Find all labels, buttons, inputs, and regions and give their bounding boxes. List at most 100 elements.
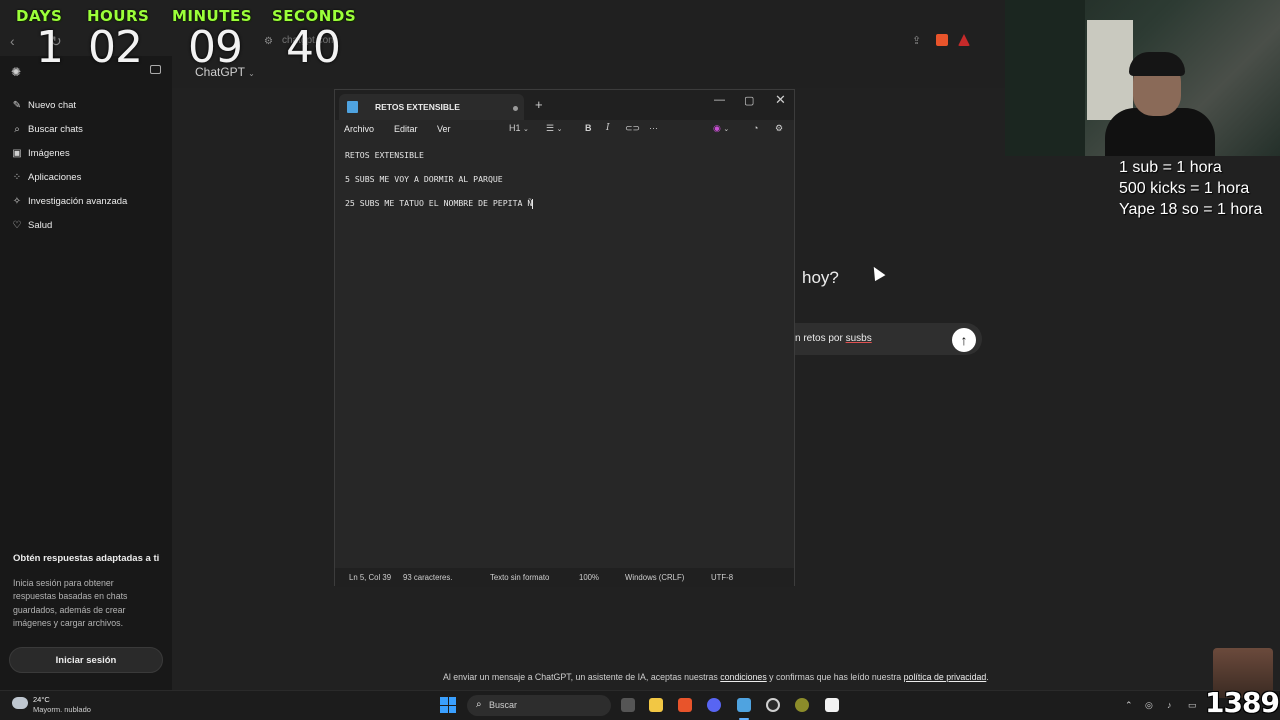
sidebar-item-search-chats[interactable]: ⌕ Buscar chats [12, 124, 83, 135]
microphone-icon[interactable]: ♪ [1167, 700, 1172, 710]
site-info-icon[interactable]: ⚙ [264, 36, 273, 47]
italic-icon[interactable]: I [606, 123, 610, 133]
tray-chevron-up-icon[interactable]: ⌃ [1125, 700, 1133, 711]
footer-disclaimer: Al enviar un mensaje a ChatGPT, un asist… [443, 672, 989, 682]
terms-link[interactable]: condiciones [720, 672, 766, 682]
images-icon: ▣ [12, 147, 22, 159]
brave-rewards-icon[interactable] [958, 34, 970, 46]
footer-text: . [986, 672, 989, 682]
notepad-line: RETOS EXTENSIBLE [345, 150, 424, 160]
menu-view[interactable]: Ver [437, 124, 451, 134]
promo-text: Inicia sesión para obtener respuestas ba… [13, 578, 128, 628]
stream-counter: 13897 [1205, 686, 1280, 719]
notepad-line: 5 SUBS ME VOY A DORMIR AL PARQUE [345, 174, 503, 184]
composer-text-prefix: n retos por [795, 333, 846, 344]
menu-file[interactable]: Archivo [344, 124, 374, 134]
weather-cloud-icon[interactable] [12, 697, 28, 709]
taskbar-search-placeholder[interactable]: Buscar [489, 700, 517, 710]
settings-gear-icon[interactable]: ⚙ [775, 123, 783, 134]
sidebar-item-apps[interactable]: ⁘ Aplicaciones [12, 171, 82, 183]
account-icon[interactable]: ◔ [753, 123, 758, 133]
sidebar-item-deep-research[interactable]: ✧ Investigación avanzada [12, 195, 128, 207]
mouse-cursor-icon [868, 263, 886, 282]
bold-icon[interactable]: B [585, 123, 592, 133]
file-explorer-icon[interactable] [649, 698, 663, 712]
heading-dropdown-label: H1 [509, 123, 521, 133]
notepad-tab[interactable]: RETOS EXTENSIBLE [339, 94, 524, 120]
status-format[interactable]: Texto sin formato [490, 573, 549, 582]
status-position: Ln 5, Col 39 [349, 573, 392, 582]
status-encoding[interactable]: UTF-8 [711, 573, 733, 582]
status-char-count: 93 caracteres. [403, 573, 453, 582]
app-icon[interactable] [795, 698, 809, 712]
discord-icon[interactable] [707, 698, 721, 712]
back-icon[interactable]: ‹ [10, 33, 15, 49]
sidebar-item-label: Buscar chats [28, 124, 83, 135]
notepad-taskbar-icon[interactable] [737, 698, 751, 712]
notepad-icon [347, 101, 358, 113]
status-line-endings[interactable]: Windows (CRLF) [625, 573, 684, 582]
send-button[interactable]: ↑ [952, 328, 976, 352]
notepad-text-area[interactable]: RETOS EXTENSIBLE 5 SUBS ME VOY A DORMIR … [345, 150, 534, 222]
notepad-tab-title: RETOS EXTENSIBLE [375, 102, 460, 112]
share-icon[interactable]: ⇪ [912, 34, 921, 47]
composer-text[interactable]: n retos por susbs [795, 333, 872, 344]
start-button[interactable] [440, 697, 456, 713]
weather-temperature[interactable]: 24°C [33, 695, 50, 704]
sidebar-item-label: Imágenes [28, 148, 70, 159]
close-icon[interactable]: ✕ [775, 92, 786, 108]
openai-logo-icon[interactable]: ✺ [11, 65, 21, 79]
windows-taskbar: 24°C Mayorm. nublado ⌕ Buscar ⌃ ◎ ♪ ▭ [0, 690, 1280, 720]
sidebar-item-images[interactable]: ▣ Imágenes [12, 147, 70, 159]
stream-rule: Yape 18 so = 1 hora [1119, 201, 1263, 218]
notepad-titlebar: RETOS EXTENSIBLE + — ▢ ✕ [335, 90, 794, 120]
new-chat-icon: ✎ [12, 99, 22, 111]
weather-description[interactable]: Mayorm. nublado [33, 705, 91, 714]
list-icon[interactable]: ☰ ⌄ [546, 123, 562, 134]
heart-icon: ♡ [12, 219, 22, 231]
sidebar-item-health[interactable]: ♡ Salud [12, 219, 53, 231]
obs-icon[interactable] [825, 698, 839, 712]
sidebar-toggle-icon[interactable] [150, 65, 161, 74]
copilot-icon[interactable]: ◉ ⌄ [713, 123, 729, 134]
footer-text: Al enviar un mensaje a ChatGPT, un asist… [443, 672, 721, 682]
notepad-window: RETOS EXTENSIBLE + — ▢ ✕ Archivo Editar … [334, 89, 795, 587]
timer-days-value: 1 [36, 22, 64, 73]
stream-rule: 500 kicks = 1 hora [1119, 180, 1250, 197]
apps-icon: ⁘ [12, 171, 22, 183]
search-icon: ⌕ [14, 123, 20, 135]
sidebar-item-new-chat[interactable]: ✎ Nuevo chat [12, 100, 76, 111]
model-selector[interactable]: ChatGPT ⌄ [195, 65, 255, 79]
sidebar-item-label: Salud [28, 220, 53, 231]
chevron-down-icon: ⌄ [248, 69, 255, 78]
tray-app-icon[interactable]: ◎ [1145, 700, 1153, 711]
status-zoom[interactable]: 100% [579, 573, 599, 582]
task-view-icon[interactable] [621, 698, 635, 712]
brave-shield-icon[interactable] [936, 34, 948, 46]
privacy-link[interactable]: política de privacidad [904, 672, 987, 682]
heading-dropdown[interactable]: H1 ⌄ [509, 123, 529, 133]
minimize-icon[interactable]: — [714, 94, 725, 106]
link-icon[interactable]: ⊂⊃ [625, 123, 640, 134]
network-icon[interactable]: ▭ [1188, 700, 1197, 711]
research-icon: ✧ [12, 195, 22, 207]
menu-edit[interactable]: Editar [394, 124, 418, 134]
brave-browser-icon[interactable] [678, 698, 692, 712]
login-button[interactable]: Iniciar sesión [9, 647, 163, 673]
sidebar-item-label: Investigación avanzada [28, 196, 128, 207]
webcam-door [1087, 20, 1133, 120]
stream-rule: 1 sub = 1 hora [1119, 159, 1222, 176]
webcam-person-hair [1129, 52, 1185, 76]
webcam-wall [1005, 0, 1085, 156]
new-tab-icon[interactable]: + [535, 97, 543, 112]
maximize-icon[interactable]: ▢ [744, 94, 754, 107]
model-label: ChatGPT [195, 65, 245, 79]
stream-rules: 1 sub = 1 hora 500 kicks = 1 hora Yape 1… [1119, 157, 1262, 220]
more-icon[interactable]: ··· [649, 123, 658, 133]
webcam-overlay [1005, 0, 1280, 156]
unsaved-dot-icon[interactable] [513, 106, 518, 111]
sidebar-item-label: Aplicaciones [28, 172, 82, 183]
chatgpt-app-icon[interactable] [766, 698, 780, 712]
timer-seconds-value: 40 [286, 22, 341, 73]
hero-heading: hoy? [802, 268, 839, 287]
